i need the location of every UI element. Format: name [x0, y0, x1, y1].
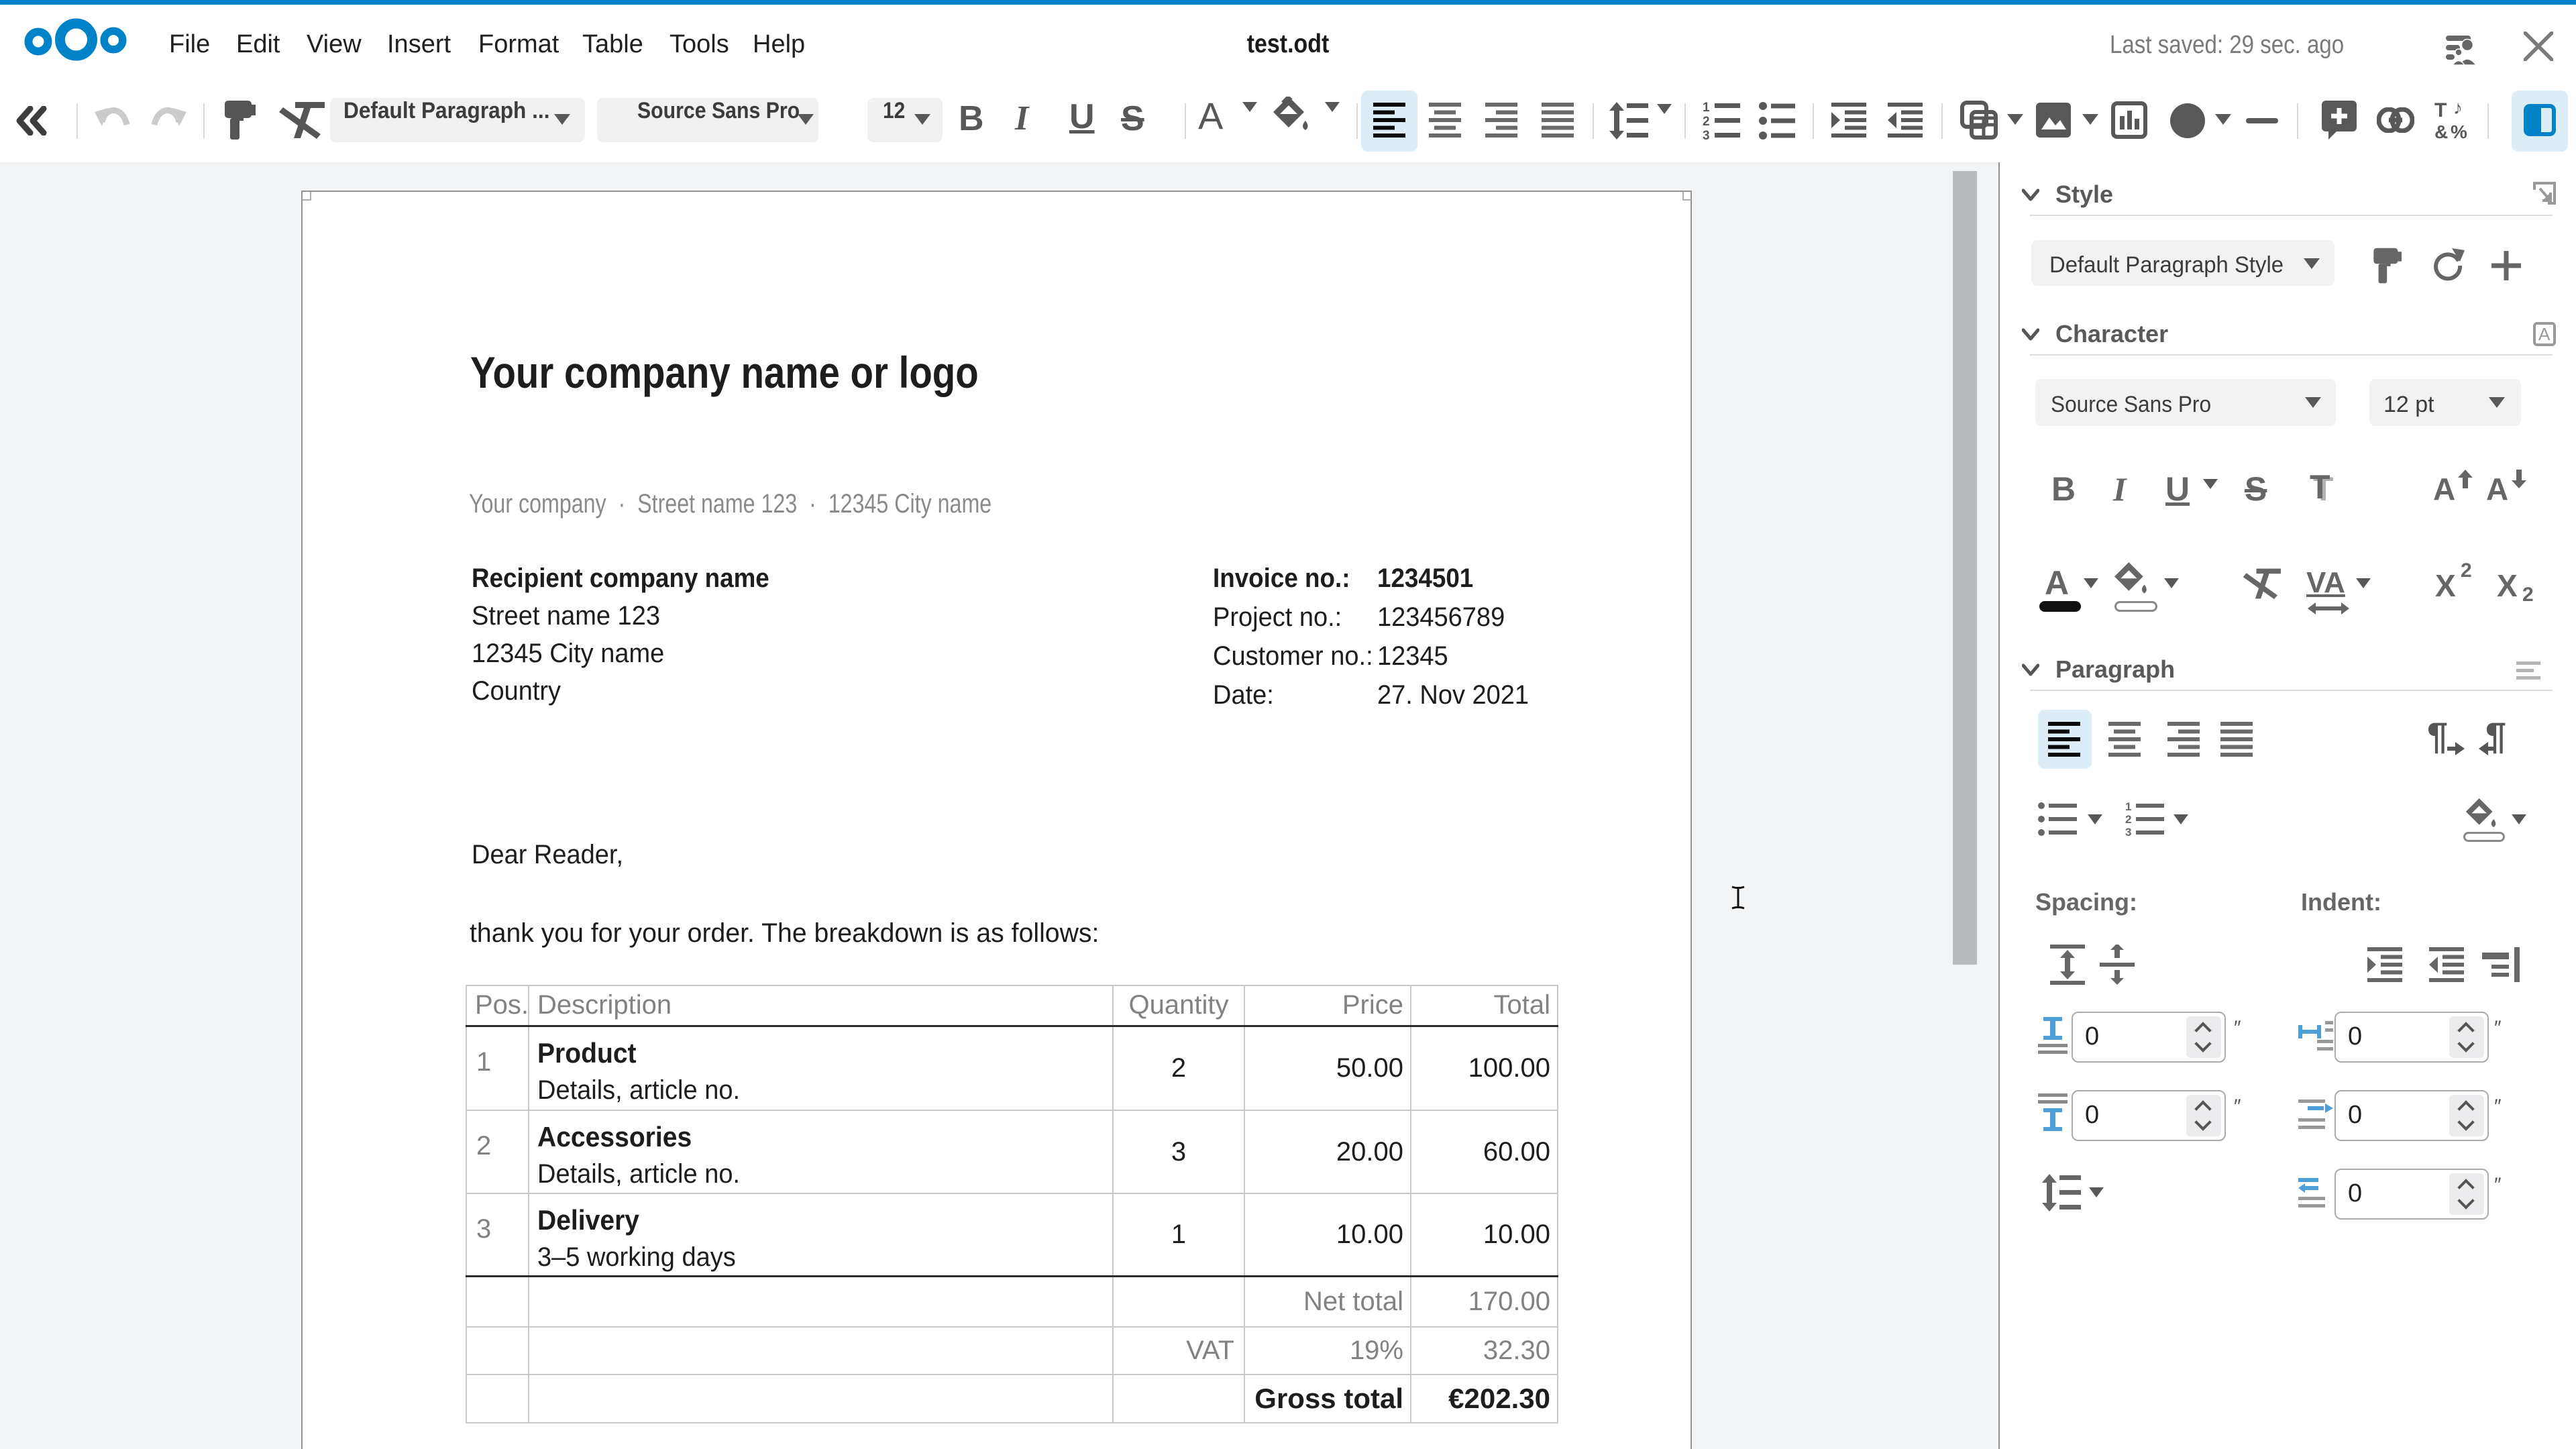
svg-text:1: 1: [1703, 102, 1710, 115]
svg-text:A: A: [2538, 324, 2551, 344]
svg-text:♪: ♪: [2453, 101, 2463, 118]
svg-text:%: %: [2451, 121, 2467, 140]
svg-text:2: 2: [1703, 115, 1710, 129]
svg-text:1: 1: [2125, 802, 2131, 813]
svg-text:2: 2: [2125, 813, 2131, 826]
svg-text:T: T: [2434, 101, 2447, 121]
svg-text:3: 3: [1703, 129, 1710, 140]
svg-text:&: &: [2434, 121, 2448, 140]
svg-text:3: 3: [2125, 826, 2131, 836]
